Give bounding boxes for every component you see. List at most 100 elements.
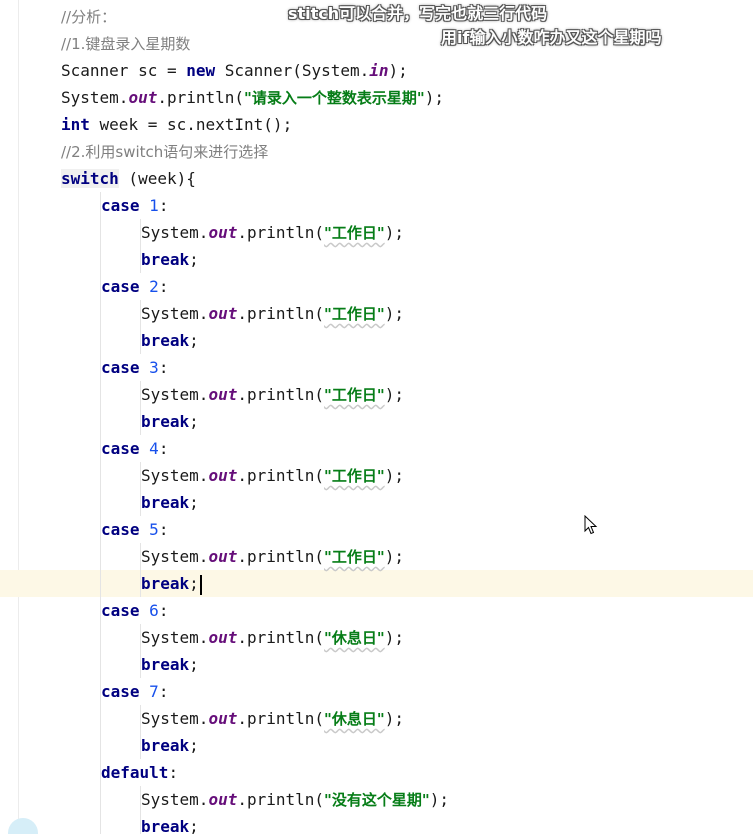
- code-line: System.out.println("工作日");: [61, 219, 449, 246]
- field-in: in: [369, 61, 389, 80]
- code-token: );: [384, 628, 404, 647]
- code-line: break;: [61, 813, 449, 834]
- code-line: int week = sc.nextInt();: [61, 111, 449, 138]
- code-token: .println(: [237, 304, 325, 323]
- string-literal: "工作日": [324, 467, 385, 485]
- code-line: break;: [61, 246, 449, 273]
- keyword-new: new: [186, 61, 216, 80]
- code-line: break;: [61, 732, 449, 759]
- mouse-pointer-icon: [584, 515, 598, 535]
- field-out: out: [208, 628, 238, 647]
- code-token: System.: [141, 466, 209, 485]
- gutter-border: [18, 0, 19, 834]
- code-editor[interactable]: //分析： //1.键盘录入星期数 Scanner sc = new Scann…: [0, 0, 753, 834]
- code-token: System.: [61, 88, 129, 107]
- code-token: );: [388, 61, 408, 80]
- code-line: case 5:: [61, 516, 449, 543]
- code-token: );: [429, 790, 449, 809]
- keyword-break: break: [141, 574, 190, 593]
- code-token: ;: [189, 493, 199, 512]
- code-line: System.out.println("工作日");: [61, 462, 449, 489]
- case-number: 3: [149, 358, 159, 377]
- code-token: System.: [141, 628, 209, 647]
- code-token: (week){: [118, 169, 196, 188]
- code-token: System.: [141, 547, 209, 566]
- code-token: );: [384, 304, 404, 323]
- code-token: .println(: [237, 466, 325, 485]
- field-out: out: [208, 547, 238, 566]
- code-line: System.out.println("休息日");: [61, 624, 449, 651]
- string-literal: "没有这个星期": [324, 791, 430, 809]
- decorative-blob: [8, 818, 38, 834]
- code-line: case 6:: [61, 597, 449, 624]
- keyword-break: break: [141, 736, 190, 755]
- code-line: System.out.println("工作日");: [61, 543, 449, 570]
- string-literal: "请录入一个整数表示星期": [244, 89, 425, 107]
- code-line: default:: [61, 759, 449, 786]
- code-line: //2.利用switch语句来进行选择: [61, 138, 449, 165]
- keyword-default: default: [101, 763, 169, 782]
- code-line: case 4:: [61, 435, 449, 462]
- field-out: out: [208, 466, 238, 485]
- string-literal: "工作日": [324, 305, 385, 323]
- keyword-case: case: [101, 277, 140, 296]
- code-line: break;: [61, 327, 449, 354]
- comment: //1.键盘录入星期数: [61, 35, 191, 53]
- string-literal: "工作日": [324, 548, 385, 566]
- keyword-break: break: [141, 817, 190, 834]
- code-line: //1.键盘录入星期数: [61, 30, 449, 57]
- code-token: ;: [189, 331, 199, 350]
- code-line: System.out.println("没有这个星期");: [61, 786, 449, 813]
- code-line: System.out.println("请录入一个整数表示星期");: [61, 84, 449, 111]
- code-line: switch (week){: [61, 165, 449, 192]
- code-token: ;: [189, 250, 199, 269]
- code-token: );: [384, 709, 404, 728]
- code-token: .println(: [237, 385, 325, 404]
- case-number: 1: [149, 196, 159, 215]
- code-token: :: [158, 358, 169, 377]
- code-token: .println(: [237, 628, 325, 647]
- keyword-break: break: [141, 655, 190, 674]
- code-token: ;: [189, 412, 199, 431]
- case-number: 4: [149, 439, 159, 458]
- code-token: ;: [189, 574, 199, 593]
- code-token: Scanner sc =: [61, 61, 187, 80]
- code-line: case 1:: [61, 192, 449, 219]
- code-token: :: [158, 196, 169, 215]
- code-token: System.: [141, 223, 209, 242]
- code-token: :: [158, 682, 169, 701]
- keyword-case: case: [101, 196, 140, 215]
- code-line: case 2:: [61, 273, 449, 300]
- field-out: out: [208, 304, 238, 323]
- video-subtitle: 用if输入小数咋办又这个星期吗: [441, 28, 662, 47]
- code-line: break;: [61, 489, 449, 516]
- code-token: :: [158, 277, 169, 296]
- keyword-case: case: [101, 439, 140, 458]
- code-line: System.out.println("休息日");: [61, 705, 449, 732]
- case-number: 7: [149, 682, 159, 701]
- code-token: ;: [189, 736, 199, 755]
- code-token: :: [158, 439, 169, 458]
- code-token: System.: [141, 790, 209, 809]
- keyword-int: int: [61, 115, 90, 134]
- keyword-case: case: [101, 358, 140, 377]
- code-line: System.out.println("工作日");: [61, 300, 449, 327]
- code-text[interactable]: //分析： //1.键盘录入星期数 Scanner sc = new Scann…: [61, 3, 449, 834]
- keyword-case: case: [101, 682, 140, 701]
- case-number: 2: [149, 277, 159, 296]
- video-subtitle: stitch可以合并，写完也就三行代码: [288, 4, 548, 23]
- code-token: System.: [141, 304, 209, 323]
- code-token: :: [158, 601, 169, 620]
- code-token: );: [384, 466, 404, 485]
- code-token: week = sc.nextInt();: [89, 115, 293, 134]
- string-literal: "工作日": [324, 224, 385, 242]
- code-token: ;: [189, 655, 199, 674]
- string-literal: "休息日": [324, 710, 385, 728]
- code-token: .println(: [157, 88, 245, 107]
- case-number: 5: [149, 520, 159, 539]
- comment: //2.利用switch语句来进行选择: [61, 143, 269, 161]
